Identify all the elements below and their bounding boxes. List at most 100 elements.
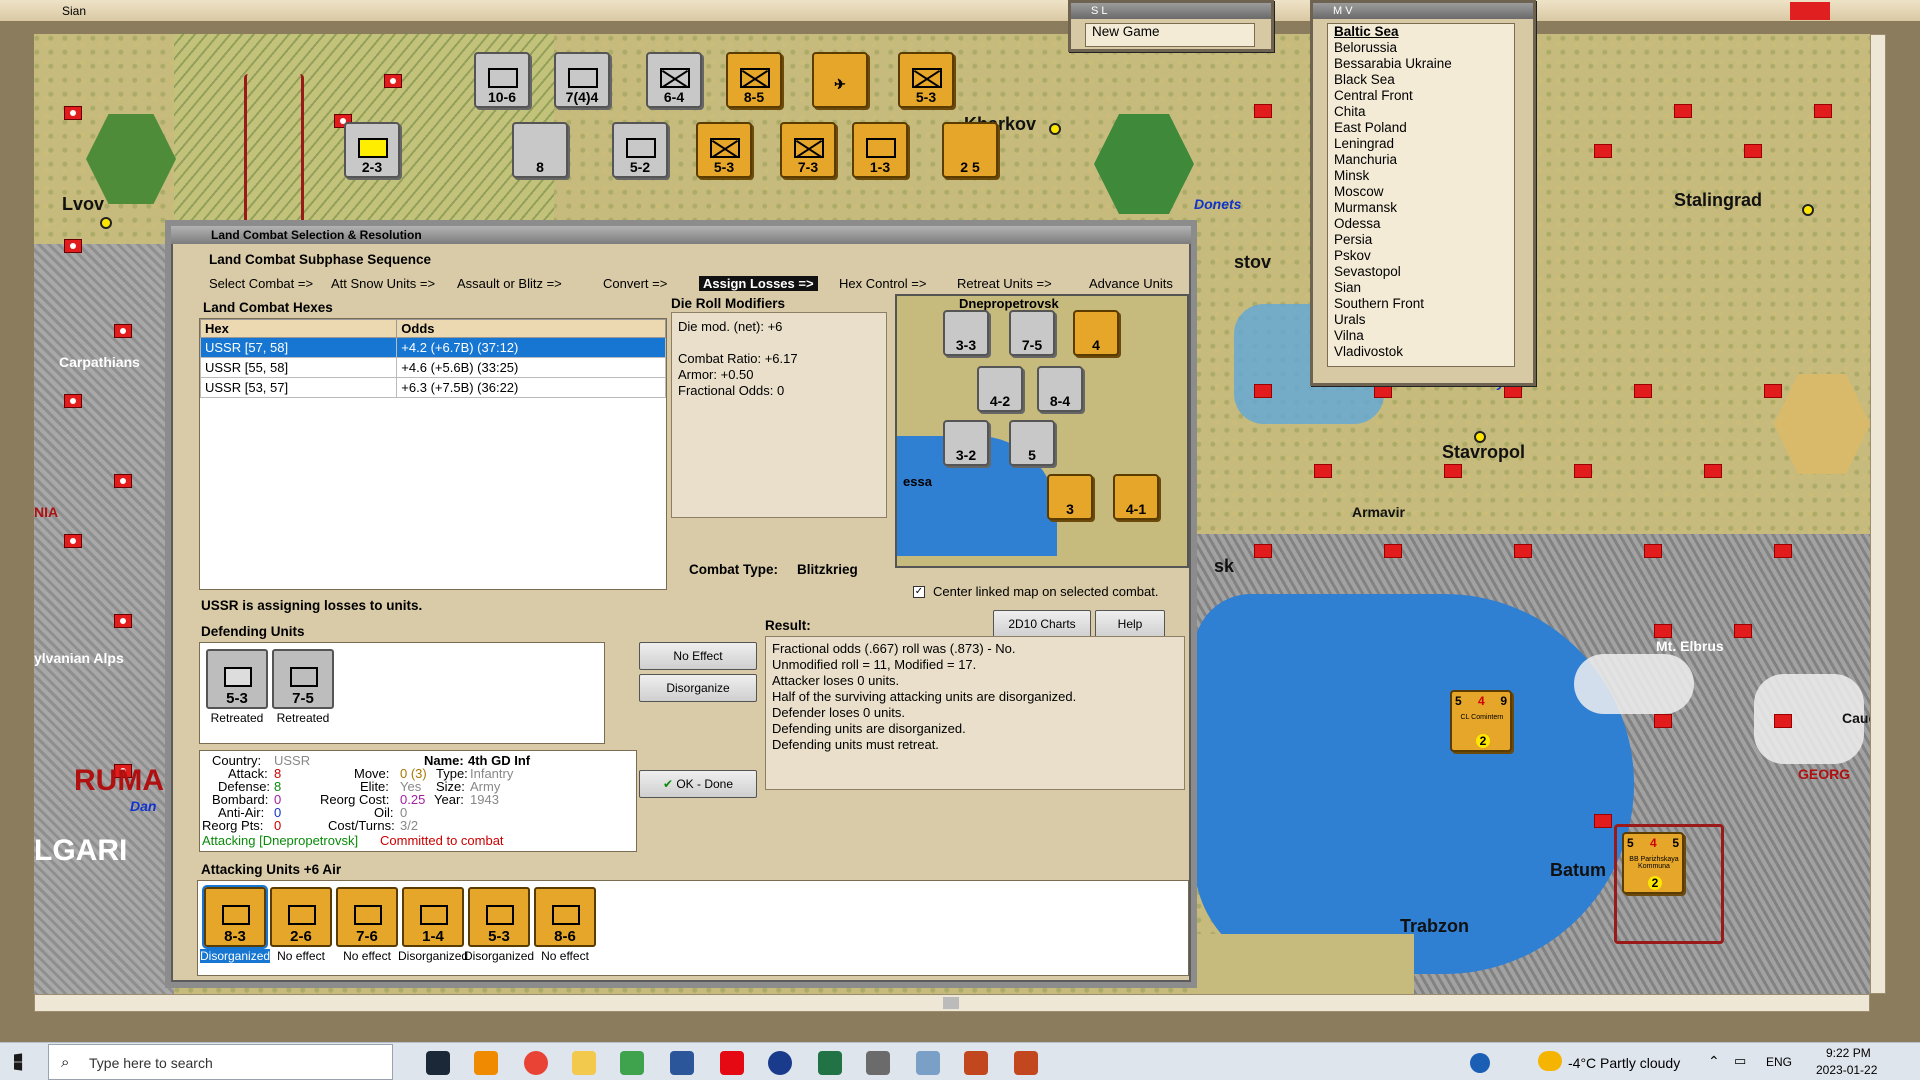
aircraft-counter[interactable]: 2 5 (942, 122, 998, 178)
mv-item[interactable]: Central Front (1328, 88, 1514, 104)
linked-mini-map[interactable]: Dnepropetrovsk essa 3-3 7-5 4-2 8-4 3-2 … (895, 294, 1189, 568)
unit-counter[interactable]: 7-3 (780, 122, 836, 178)
file-explorer-icon[interactable] (572, 1051, 596, 1075)
mv-item[interactable]: Sian (1328, 280, 1514, 296)
aircraft-counter[interactable]: ✈ (812, 52, 868, 108)
city-partial[interactable]: sk (1214, 556, 1234, 577)
mini-counter[interactable]: 7-5 (1009, 310, 1055, 356)
unit-counter[interactable]: 5-2 (612, 122, 668, 178)
mv-item[interactable]: Odessa (1328, 216, 1514, 232)
mv-item[interactable]: Manchuria (1328, 152, 1514, 168)
mini-counter[interactable]: 4 (1073, 310, 1119, 356)
mv-item[interactable]: Murmansk (1328, 200, 1514, 216)
mini-counter[interactable]: 3 (1047, 474, 1093, 520)
help-tips-icon[interactable] (1470, 1053, 1490, 1073)
attacker-unit[interactable]: 2-6 (270, 887, 332, 947)
chevron-up-icon[interactable]: ⌃ (1708, 1053, 1720, 1070)
city-trabzon[interactable]: Trabzon (1400, 916, 1469, 937)
attacker-unit[interactable]: 8-6 (534, 887, 596, 947)
fleet-counter-comintern[interactable]: 5 4 9 CL Comintern 2 (1450, 690, 1512, 752)
no-effect-button[interactable]: No Effect (639, 642, 757, 670)
menu-item-new-game[interactable]: New Game (1086, 24, 1254, 40)
game-icon[interactable] (1014, 1051, 1038, 1075)
mv-item[interactable]: Sevastopol (1328, 264, 1514, 280)
calculator-icon[interactable] (866, 1051, 890, 1075)
scroll-thumb[interactable] (943, 997, 959, 1009)
mini-counter[interactable]: 3-3 (943, 310, 989, 356)
map-horizontal-scrollbar[interactable] (34, 994, 1870, 1012)
clock-time[interactable]: 9:22 PM (1826, 1046, 1871, 1060)
vlc-icon[interactable] (474, 1051, 498, 1075)
excel-icon[interactable] (818, 1051, 842, 1075)
game-icon[interactable] (964, 1051, 988, 1075)
unit-counter[interactable]: 6-4 (646, 52, 702, 108)
ok-done-button[interactable]: ✔ OK - Done (639, 770, 757, 798)
steam-icon[interactable] (426, 1051, 450, 1075)
app-icon[interactable] (916, 1051, 940, 1075)
mv-item[interactable]: Bessarabia Ukraine (1328, 56, 1514, 72)
charts-button[interactable]: 2D10 Charts (993, 610, 1091, 638)
city-rostov-partial[interactable]: stov (1234, 252, 1271, 273)
mini-counter[interactable]: 4-1 (1113, 474, 1159, 520)
weather-text[interactable]: -4°C Partly cloudy (1568, 1055, 1680, 1071)
hex-row[interactable]: USSR [53, 57] +6.3 (+7.5B) (36:22) (199, 377, 666, 398)
disorganize-button[interactable]: Disorganize (639, 674, 757, 702)
word-icon[interactable] (670, 1051, 694, 1075)
taskbar-search-box[interactable]: ⌕ Type here to search (48, 1044, 393, 1080)
netflix-icon[interactable] (720, 1051, 744, 1075)
mv-item[interactable]: Pskov (1328, 248, 1514, 264)
mini-counter[interactable]: 4-2 (977, 366, 1023, 412)
clock-date[interactable]: 2023-01-22 (1816, 1063, 1877, 1077)
hex-row[interactable]: USSR [57, 58] +4.2 (+6.7B) (37:12) (199, 337, 666, 358)
close-window-button[interactable] (1790, 2, 1830, 20)
help-button[interactable]: Help (1095, 610, 1165, 638)
disney-plus-icon[interactable] (768, 1051, 792, 1075)
map-vertical-scrollbar[interactable] (1870, 34, 1886, 994)
unit-counter[interactable]: 10-6 (474, 52, 530, 108)
unit-counter[interactable]: 7(4)4 (554, 52, 610, 108)
defender-unit[interactable]: 5-3 (206, 649, 268, 709)
col-odds[interactable]: Odds (396, 319, 666, 338)
city-armavir[interactable]: Armavir (1352, 504, 1405, 520)
attacker-unit[interactable]: 7-6 (336, 887, 398, 947)
language-indicator[interactable]: ENG (1766, 1055, 1792, 1069)
city-stalingrad[interactable]: Stalingrad (1674, 190, 1762, 211)
mv-item[interactable]: Belorussia (1328, 40, 1514, 56)
defender-unit[interactable]: 7-5 (272, 649, 334, 709)
center-map-checkbox[interactable]: ✓ (913, 586, 925, 598)
mv-item[interactable]: Persia (1328, 232, 1514, 248)
mv-item[interactable]: Black Sea (1328, 72, 1514, 88)
mini-counter[interactable]: 3-2 (943, 420, 989, 466)
city-batum[interactable]: Batum (1550, 860, 1606, 881)
mini-counter[interactable]: 5 (1009, 420, 1055, 466)
mv-item[interactable]: Moscow (1328, 184, 1514, 200)
mv-item[interactable]: Southern Front (1328, 296, 1514, 312)
chrome-icon[interactable] (524, 1051, 548, 1075)
mv-item[interactable]: Baltic Sea (1328, 24, 1514, 40)
mini-counter[interactable]: 8-4 (1037, 366, 1083, 412)
col-hex[interactable]: Hex (199, 319, 398, 338)
city-stavropol[interactable]: Stavropol (1442, 442, 1525, 463)
unit-counter[interactable]: 8-5 (726, 52, 782, 108)
hex-row[interactable]: USSR [55, 58] +4.6 (+5.6B) (33:25) (199, 357, 666, 378)
fleet-counter-kommuna[interactable]: 5 4 5 BB Parizhskaya Kommuna 2 (1622, 832, 1684, 894)
attacker-unit[interactable]: 1-4 (402, 887, 464, 947)
mv-item[interactable]: Leningrad (1328, 136, 1514, 152)
aircraft-counter[interactable]: 8 (512, 122, 568, 178)
network-icon[interactable]: ▭ (1734, 1053, 1746, 1069)
city-lvov[interactable]: Lvov (62, 194, 104, 215)
mv-item[interactable]: Vilna (1328, 328, 1514, 344)
unit-counter[interactable]: 2-3 (344, 122, 400, 178)
windows-start-icon[interactable] (14, 1053, 23, 1071)
mv-item[interactable]: Minsk (1328, 168, 1514, 184)
mv-item[interactable]: Urals (1328, 312, 1514, 328)
unit-counter[interactable]: 5-3 (696, 122, 752, 178)
unit-counter[interactable]: 5-3 (898, 52, 954, 108)
mv-item[interactable]: Chita (1328, 104, 1514, 120)
attacker-unit[interactable]: 8-3 (202, 885, 268, 949)
unit-counter[interactable]: 1-3 (852, 122, 908, 178)
attacker-unit[interactable]: 5-3 (468, 887, 530, 947)
notepad-icon[interactable] (620, 1051, 644, 1075)
mv-item[interactable]: East Poland (1328, 120, 1514, 136)
mv-item[interactable]: Vladivostok (1328, 344, 1514, 360)
